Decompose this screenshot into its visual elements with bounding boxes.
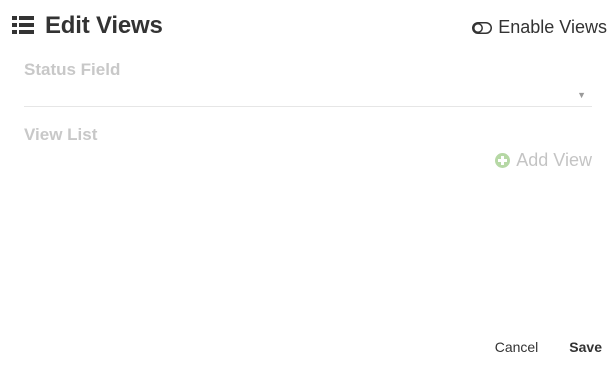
status-field-label: Status Field: [24, 60, 121, 79]
view-list-label: View List: [24, 125, 98, 144]
add-view-button[interactable]: Add View: [495, 149, 592, 171]
page-title: Edit Views: [45, 12, 163, 39]
cancel-button[interactable]: Cancel: [495, 339, 539, 355]
list-icon: [12, 16, 34, 34]
edit-views-dialog: Edit Views Enable Views Status Field ▼ V…: [0, 0, 616, 368]
caret-down-icon: ▼: [577, 90, 586, 100]
dialog-header: Edit Views Enable Views: [12, 10, 608, 42]
enable-views-label: Enable Views: [498, 16, 607, 37]
plus-circle-icon: [495, 152, 511, 168]
add-view-label: Add View: [516, 149, 592, 170]
toggle-off-icon: [472, 21, 493, 34]
save-button[interactable]: Save: [569, 339, 602, 355]
dialog-footer: Cancel Save: [495, 338, 602, 356]
enable-views-toggle[interactable]: Enable Views: [472, 16, 607, 38]
status-field-select[interactable]: ▼: [24, 84, 592, 107]
title-group: Edit Views: [12, 10, 163, 42]
